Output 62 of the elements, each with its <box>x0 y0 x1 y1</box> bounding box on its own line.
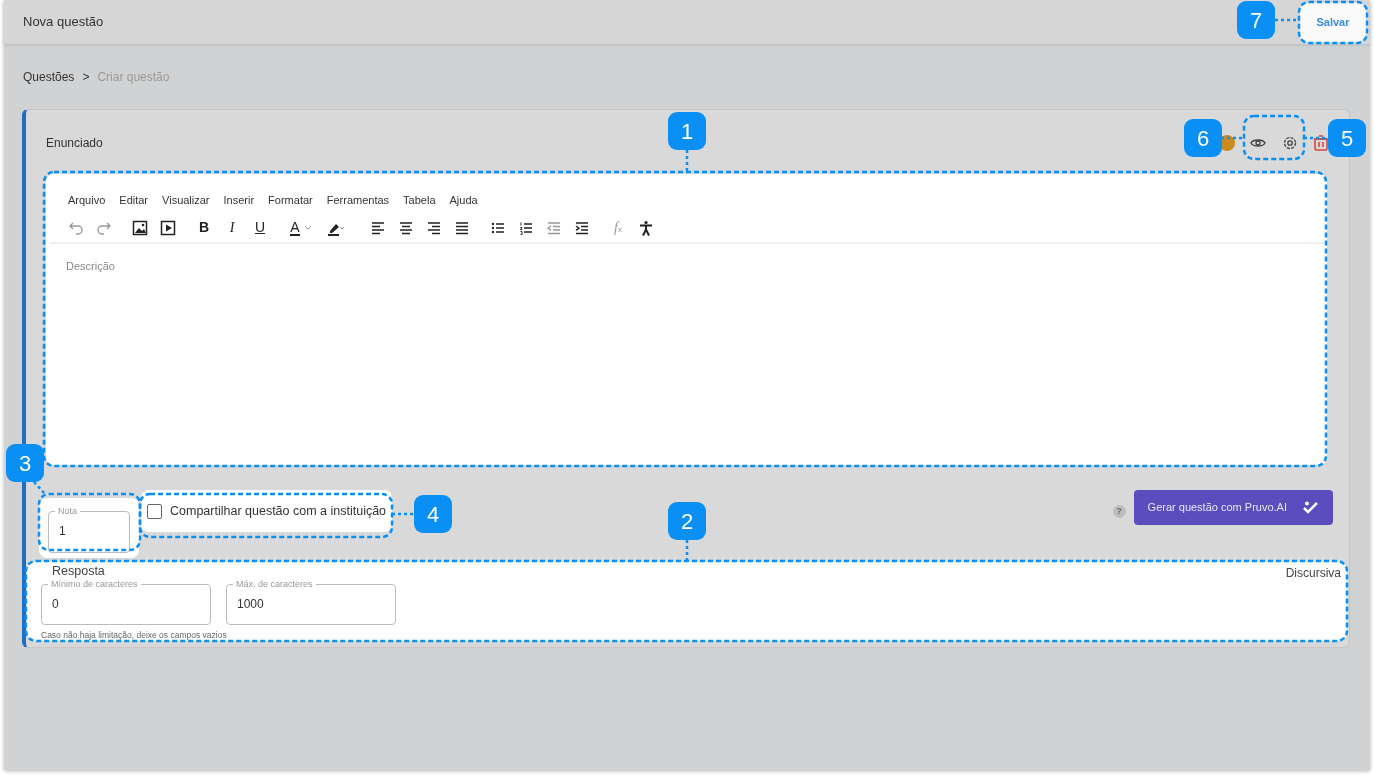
outdent-icon <box>546 219 562 236</box>
callout-badge: 1 <box>668 112 706 150</box>
editor-placeholder[interactable]: Descrição <box>50 244 1323 289</box>
menu-item[interactable]: Ferramentas <box>326 192 390 210</box>
bold-button[interactable]: B <box>194 217 214 238</box>
menu-item[interactable]: Arquivo <box>68 192 106 210</box>
leader-line <box>1304 136 1328 140</box>
callout-badge: 7 <box>1237 1 1275 39</box>
menu-item[interactable]: Ajuda <box>449 192 478 210</box>
leader-line <box>1221 136 1244 140</box>
field-label: Nota <box>57 506 78 516</box>
breadcrumb-current: Criar questão <box>97 69 170 86</box>
check-icon <box>1303 500 1319 515</box>
trash-icon <box>1313 135 1329 151</box>
indent-icon <box>574 219 590 236</box>
grade-field[interactable]: Nota 1 <box>48 506 130 553</box>
hint-text: Caso não haja limitação, deixe os campos vazios <box>41 629 228 642</box>
underline-button[interactable]: U <box>250 217 270 238</box>
callout-badge: 6 <box>1184 119 1222 157</box>
page-title: Nova questão <box>23 13 104 32</box>
callout-badge: 5 <box>1328 119 1366 157</box>
field-label: Mínimo de caracteres <box>50 579 139 589</box>
menu-item[interactable]: Editar <box>119 192 149 210</box>
text-color-button[interactable]: A <box>286 217 316 238</box>
leader-line <box>33 481 47 496</box>
field-value: 1 <box>59 523 67 540</box>
breadcrumb-separator: > <box>82 69 90 86</box>
menu-item[interactable]: Formatar <box>268 192 313 210</box>
generate-button[interactable]: Gerar questão com Pruvo.AI <box>1133 490 1333 525</box>
menu-item[interactable]: Inserir <box>223 192 255 210</box>
align-left-icon <box>370 219 386 236</box>
number-field[interactable]: Mínimo de caracteres 0 <box>41 579 211 625</box>
checkbox[interactable] <box>147 503 162 519</box>
leader-line <box>685 150 689 171</box>
callout-badge: 4 <box>414 495 452 533</box>
answer-type-label: Discursiva <box>1285 565 1341 582</box>
number-field[interactable]: Máx. de caracteres 1000 <box>226 579 396 625</box>
leader-line <box>685 540 689 560</box>
play-icon <box>160 219 176 236</box>
callout-badge: 3 <box>6 444 44 482</box>
section-label: Enunciado <box>46 135 103 152</box>
field-value: 1000 <box>237 596 265 613</box>
leader-line <box>1275 18 1299 22</box>
italic-button[interactable]: I <box>222 217 242 238</box>
accessibility-icon <box>638 219 654 236</box>
justify-icon <box>454 219 470 236</box>
align-right-icon <box>426 219 442 236</box>
field-label: Máx. de caracteres <box>235 579 314 589</box>
menu-item[interactable]: Tabela <box>403 192 436 210</box>
field-value: 0 <box>52 596 60 613</box>
leader-line <box>392 512 414 516</box>
highlight-frame <box>1242 114 1306 161</box>
highlight-frame <box>1297 0 1369 45</box>
caret-icon <box>303 223 312 232</box>
settings-icon <box>1281 134 1299 152</box>
align-center-icon <box>398 219 414 236</box>
section-label: Resposta <box>52 564 105 580</box>
breadcrumb-link[interactable]: Questões <box>23 68 75 94</box>
callout-badge: 2 <box>668 502 706 540</box>
image-icon <box>132 219 148 236</box>
checkbox-label: Compartilhar questão com a instituição <box>170 502 387 520</box>
menu-item[interactable]: Visualizar <box>162 192 210 210</box>
